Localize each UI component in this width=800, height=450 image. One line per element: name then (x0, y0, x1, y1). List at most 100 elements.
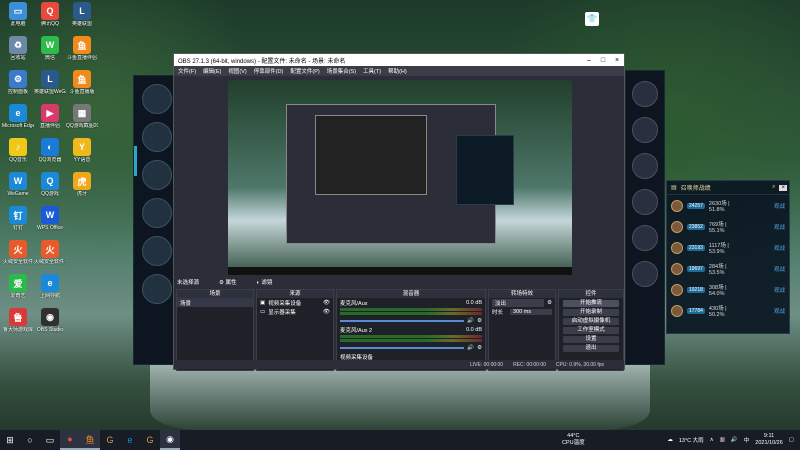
scene-item[interactable]: 场景 (177, 298, 253, 307)
volume-icon[interactable]: 🔊 (731, 437, 738, 443)
settings-button[interactable]: 设置 (563, 336, 619, 343)
weather-text[interactable]: 13°C 大雨 (679, 436, 704, 444)
filters-button[interactable]: ◐ 滤镜 (257, 278, 273, 286)
gear-icon[interactable]: ⚙ (477, 345, 482, 351)
obs-preview-canvas[interactable] (228, 80, 572, 275)
taskbar-app-league[interactable]: G (100, 430, 120, 450)
menu-item[interactable]: 视图(V) (228, 67, 246, 75)
friend-avatar[interactable] (632, 189, 658, 215)
desktop-icon[interactable]: 鲁鲁大师游戏库 (2, 308, 34, 342)
tray-chevron-icon[interactable]: ∧ (710, 437, 714, 443)
clock[interactable]: 9:11 2021/10/26 (755, 433, 783, 447)
start-streaming-button[interactable]: 开始推流 (563, 300, 619, 307)
desktop-icon[interactable]: L 英雄联盟 (66, 2, 98, 36)
desktop-icon[interactable]: ♪ QQ音乐 (2, 138, 34, 172)
image-file-icon: ▦ (73, 104, 91, 122)
tray-widget-icon[interactable]: 👕 (585, 12, 599, 26)
close-icon[interactable]: × (779, 184, 787, 191)
obs-title-bar[interactable]: OBS 27.1.3 (64-bit, windows) - 配置文件: 未命名… (174, 54, 624, 66)
desktop-icon[interactable]: ▦QQ游戏截图2021100... (66, 104, 98, 138)
weather-icon[interactable]: ☁ (667, 437, 673, 443)
desktop-icon[interactable]: 鱼斗鱼直播伴侣 (66, 36, 98, 70)
menu-item[interactable]: 文件(F) (178, 67, 196, 75)
volume-slider[interactable] (340, 319, 465, 322)
desktop-icon[interactable]: 鱼斗鱼直播版 (66, 70, 98, 104)
desktop-icon[interactable]: e 上网导航 (34, 274, 66, 308)
menu-item[interactable]: 帮助(H) (388, 67, 407, 75)
game-avatar[interactable] (142, 84, 172, 114)
taskbar-app-obs[interactable]: ◉ (160, 430, 180, 450)
scenes-dock: 场景 场景 + − ∧ ∨ (176, 289, 254, 371)
desktop-icon[interactable]: ◉ OBS Studio (34, 308, 66, 342)
volume-slider[interactable] (340, 346, 465, 349)
spectate-link[interactable]: 观战 (774, 307, 785, 315)
task-view-icon[interactable]: ▭ (40, 430, 60, 450)
exit-button[interactable]: 退出 (563, 345, 619, 352)
duration-input[interactable]: 300 ms (510, 308, 552, 315)
desktop-icon[interactable]: ♻ 回收站 (2, 36, 34, 70)
friend-avatar[interactable] (632, 117, 658, 143)
desktop-icon[interactable]: Q QQ游戏 (34, 172, 66, 206)
search-icon[interactable]: ○ (20, 430, 40, 450)
spectate-link[interactable]: 观战 (774, 286, 785, 294)
menu-item[interactable]: 工具(T) (363, 67, 381, 75)
friend-avatar[interactable] (632, 261, 658, 287)
game-nav-item[interactable] (142, 160, 172, 190)
desktop-icon[interactable]: W 微信 (34, 36, 66, 70)
desktop-icon[interactable]: 爱爱奇艺 (2, 274, 34, 308)
friend-avatar[interactable] (632, 225, 658, 251)
speaker-icon[interactable]: 🔊 (467, 318, 474, 324)
start-virtual-camera-button[interactable]: 启动虚拟摄像机 (563, 318, 619, 325)
properties-button[interactable]: ⚙ 属性 (219, 278, 236, 286)
transition-type-select[interactable]: 淡出 ⚙ (489, 298, 555, 307)
network-icon[interactable]: ▥ (720, 437, 725, 443)
source-item[interactable]: ▣ 视频采集设备 👁 (257, 298, 333, 307)
friend-avatar[interactable] (632, 153, 658, 179)
menu-item[interactable]: 场景集合(S) (327, 67, 356, 75)
desktop-icon[interactable]: L英雄联盟WeGame版 (34, 70, 66, 104)
game-nav-item[interactable] (142, 122, 172, 152)
spectate-link[interactable]: 观战 (774, 202, 785, 210)
game-nav-item[interactable] (142, 236, 172, 266)
spectate-link[interactable]: 观战 (774, 265, 785, 273)
desktop-icon[interactable]: ▭ 此电脑 (2, 2, 34, 36)
desktop-icon[interactable]: Y YY语音 (66, 138, 98, 172)
desktop-icon[interactable]: ◐ QQ浏览器 (34, 138, 66, 172)
desktop-icon[interactable]: 虎虎牙 (66, 172, 98, 206)
desktop-icon[interactable]: Q 腾讯QQ (34, 2, 66, 36)
start-button[interactable]: ⊞ (0, 430, 20, 450)
close-icon[interactable]: × (610, 57, 624, 64)
minimize-icon[interactable]: – (582, 57, 596, 64)
desktop-icon[interactable]: W WeGame (2, 172, 34, 206)
desktop-icon[interactable]: W WPS Office (34, 206, 66, 240)
spectate-link[interactable]: 观战 (774, 244, 785, 252)
taskbar-app-league2[interactable]: G (140, 430, 160, 450)
desktop-icon[interactable]: 钉钉钉 (2, 206, 34, 240)
desktop-icon[interactable]: ▶ 直播伴侣 (34, 104, 66, 138)
taskbar-app-live[interactable]: ● (60, 430, 80, 450)
taskbar-app-douyu[interactable]: 鱼 (80, 430, 100, 450)
studio-mode-button[interactable]: 工作室模式 (563, 327, 619, 334)
menu-item[interactable]: 编辑(E) (203, 67, 221, 75)
game-nav-item[interactable] (142, 198, 172, 228)
volume-meter (340, 335, 482, 338)
source-item[interactable]: ▭ 显示器采集 👁 (257, 307, 333, 316)
desktop-icon-label: 鲁大师游戏库 (2, 327, 33, 333)
friend-avatar[interactable] (632, 81, 658, 107)
taskbar-app-edge[interactable]: e (120, 430, 140, 450)
game-nav-item[interactable] (142, 274, 172, 304)
menu-item[interactable]: 停靠部件(D) (254, 67, 284, 75)
desktop-icon[interactable]: 火火绒安全软件 弹窗 (34, 240, 66, 274)
menu-item[interactable]: 配置文件(P) (290, 67, 319, 75)
spectate-link[interactable]: 观战 (774, 223, 785, 231)
input-language[interactable]: 中 (744, 436, 750, 444)
desktop-icon[interactable]: ⚙ 控制面板 (2, 70, 34, 104)
start-recording-button[interactable]: 开始录制 (563, 309, 619, 316)
search-icon[interactable]: ⌕ (772, 184, 775, 191)
desktop-icon[interactable]: 火火绒安全软件 (2, 240, 34, 274)
maximize-icon[interactable]: □ (596, 57, 610, 64)
notification-icon[interactable]: ▢ (789, 437, 794, 443)
gear-icon[interactable]: ⚙ (477, 318, 482, 324)
speaker-icon[interactable]: 🔊 (467, 345, 474, 351)
desktop-icon[interactable]: e Microsoft Edge (2, 104, 34, 138)
